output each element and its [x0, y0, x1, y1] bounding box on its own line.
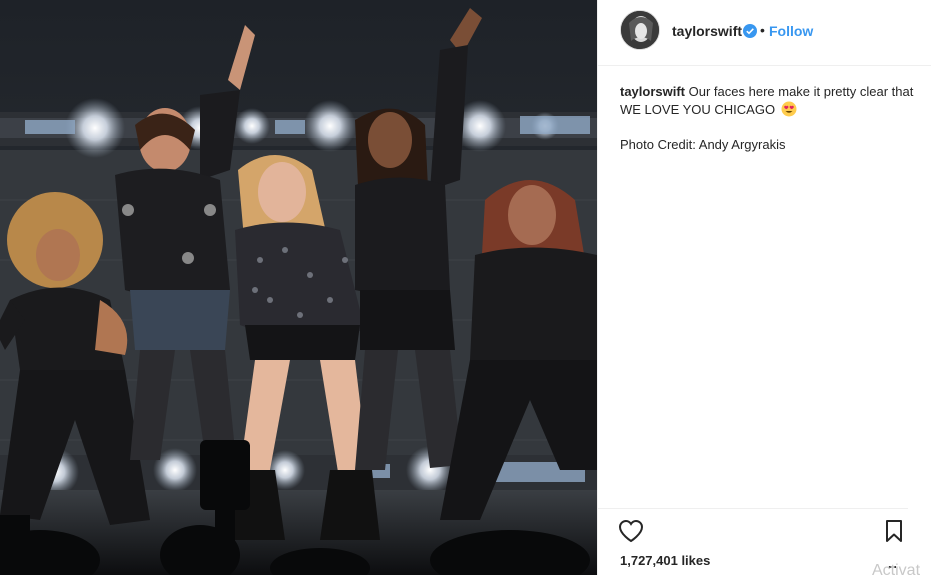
photo-credit: Photo Credit: Andy Argyrakis [620, 137, 786, 152]
separator-dot: • [760, 22, 765, 38]
verified-badge-icon [743, 24, 757, 38]
likes-count[interactable]: 1,727,401 likes [620, 553, 710, 568]
post-caption: taylorswift Our faces here make it prett… [620, 83, 920, 119]
follow-button[interactable]: Follow [769, 23, 813, 39]
post-photo[interactable] [0, 0, 597, 575]
heart-eyes-emoji-icon [781, 101, 797, 117]
post-header: taylorswift • Follow [598, 0, 931, 66]
avatar[interactable] [620, 10, 660, 50]
caption-username[interactable]: taylorswift [620, 84, 685, 99]
divider [598, 508, 908, 509]
username-link[interactable]: taylorswift [672, 23, 742, 39]
concert-photo-illustration [0, 0, 597, 575]
avatar-image [621, 11, 659, 49]
heart-outline-icon[interactable] [618, 519, 644, 543]
post-details-panel: taylorswift • Follow taylorswift Our fac… [597, 0, 931, 575]
activate-watermark: Activat [872, 562, 921, 579]
bookmark-icon[interactable] [884, 519, 904, 543]
